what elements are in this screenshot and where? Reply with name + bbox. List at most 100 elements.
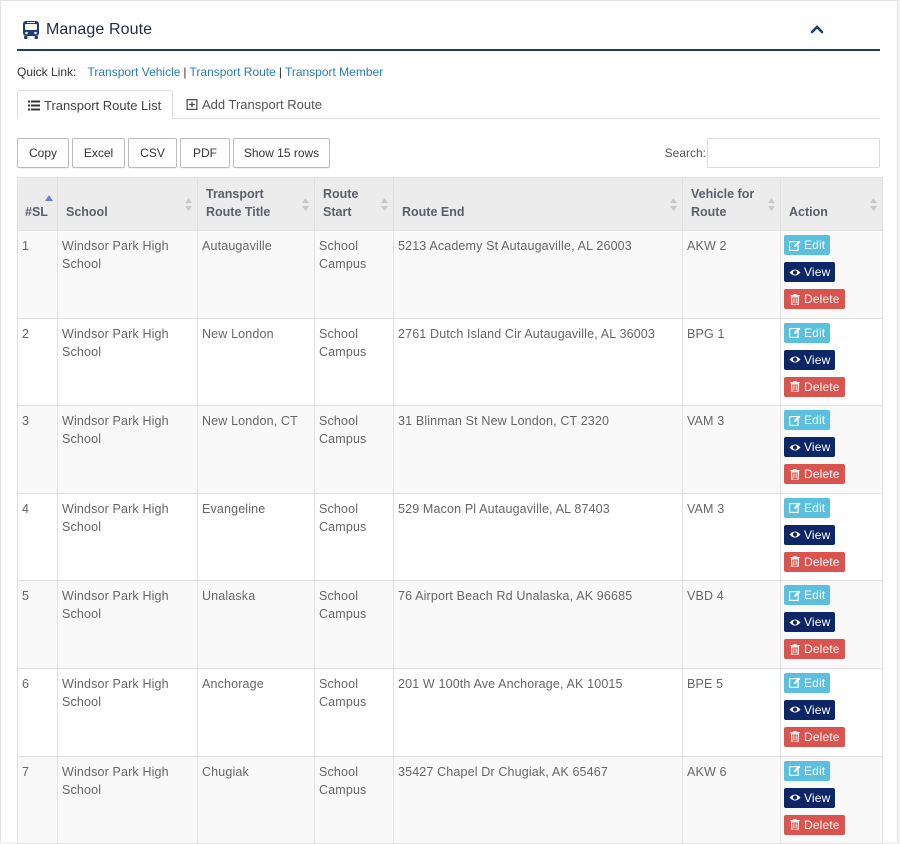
cell-route-title: Evangeline [197, 492, 315, 582]
cell-route-end: 201 W 100th Ave Anchorage, AK 10015 [393, 667, 683, 757]
view-button[interactable]: View [784, 262, 836, 282]
delete-label: Delete [804, 729, 840, 744]
eye-icon [789, 794, 801, 801]
edit-icon [789, 590, 801, 601]
edit-button[interactable]: Edit [784, 497, 831, 518]
tab-transport-route-list[interactable]: Transport Route List [17, 90, 173, 119]
quick-link-label: Quick Link: [17, 65, 77, 79]
edit-label: Edit [804, 500, 826, 515]
trash-icon [790, 731, 800, 743]
view-button[interactable]: View [784, 612, 836, 633]
edit-button[interactable]: Edit [784, 585, 831, 606]
cell-route-title: Unalaska [197, 580, 315, 669]
column-header-route-start[interactable]: Route Start [314, 177, 394, 231]
cell-route-end: 529 Macon Pl Autaugaville, AL 87403 [393, 492, 683, 582]
tab-add-transport-route[interactable]: Add Transport Route [176, 90, 331, 119]
quick-links: Quick Link: Transport Vehicle | Transport … [17, 65, 880, 79]
view-button[interactable]: View [784, 787, 836, 808]
view-button[interactable]: View [784, 349, 836, 370]
sort-ascending-icon [45, 195, 53, 201]
csv-button[interactable]: CSV [128, 138, 177, 168]
cell-school: Windsor Park High School [57, 755, 198, 844]
show-rows-button[interactable]: Show 15 rows [233, 138, 330, 168]
cell-sl: 4 [17, 492, 58, 582]
manage-route-panel: Manage Route Quick Link: Transport Vehic… [0, 0, 898, 844]
cell-route-start: School Campus [314, 492, 394, 582]
edit-label: Edit [804, 675, 826, 690]
eye-icon [789, 269, 801, 275]
cell-school: Windsor Park High School [57, 230, 198, 319]
table-toolbar: Copy Excel CSV PDF Show 15 rows Search: [17, 138, 880, 168]
edit-button[interactable]: Edit [784, 322, 831, 343]
edit-button[interactable]: Edit [784, 235, 831, 255]
view-label: View [804, 702, 831, 717]
view-label: View [804, 440, 831, 455]
page-title: Manage Route [46, 21, 153, 38]
excel-button[interactable]: Excel [72, 138, 125, 168]
delete-button[interactable]: Delete [784, 464, 845, 485]
cell-sl: 6 [17, 667, 58, 757]
cell-vehicle: BPE 5 [682, 667, 781, 757]
delete-button[interactable]: Delete [784, 376, 845, 397]
delete-button[interactable]: Delete [784, 726, 845, 747]
sort-icon [302, 198, 309, 211]
cell-vehicle: AKW 2 [682, 230, 781, 319]
column-header-sl[interactable]: #SL [17, 177, 58, 231]
edit-icon [789, 678, 801, 689]
trash-icon [790, 468, 800, 480]
cell-route-title: New London [197, 317, 315, 407]
delete-button[interactable]: Delete [784, 814, 845, 835]
quick-link-transport-route[interactable]: Transport Route [190, 65, 276, 79]
cell-action: Edit View Delete [780, 667, 883, 757]
sort-icon [670, 198, 677, 211]
sort-icon [185, 198, 192, 211]
table-row: 6 Windsor Park High School Anchorage School… [17, 667, 883, 757]
view-button[interactable]: View [784, 524, 836, 545]
column-header-school[interactable]: School [57, 177, 198, 231]
column-header-vehicle[interactable]: Vehicle for Route [682, 177, 781, 231]
view-button[interactable]: View [784, 699, 836, 720]
cell-vehicle: AKW 6 [682, 755, 781, 844]
column-header-route-end[interactable]: Route End [393, 177, 683, 231]
trash-icon [790, 643, 800, 655]
cell-route-start: School Campus [314, 405, 394, 494]
quick-link-transport-vehicle[interactable]: Transport Vehicle [87, 65, 180, 79]
cell-route-start: School Campus [314, 580, 394, 669]
delete-label: Delete [804, 292, 840, 306]
view-label: View [804, 615, 831, 630]
edit-button[interactable]: Edit [784, 410, 831, 431]
cell-route-title: Autaugaville [197, 230, 315, 319]
trash-icon [790, 293, 800, 305]
pdf-button[interactable]: PDF [180, 138, 230, 168]
view-button[interactable]: View [784, 437, 836, 458]
cell-sl: 7 [17, 755, 58, 844]
bus-icon [23, 21, 39, 39]
column-header-route-title[interactable]: Transport Route Title [197, 177, 315, 231]
delete-label: Delete [804, 467, 840, 482]
cell-action: Edit View Delete [780, 492, 883, 582]
cell-action: Edit View Delete [780, 580, 883, 669]
view-label: View [804, 790, 831, 805]
edit-icon [789, 502, 801, 514]
cell-sl: 2 [17, 317, 58, 407]
tab-label: Add Transport Route [202, 97, 322, 112]
copy-button[interactable]: Copy [17, 138, 69, 168]
edit-button[interactable]: Edit [784, 672, 831, 693]
cell-sl: 3 [17, 405, 58, 494]
column-label: Transport Route Title [206, 187, 271, 219]
chevron-up-icon[interactable] [810, 24, 824, 34]
search-input[interactable] [707, 138, 880, 168]
quick-link-transport-member[interactable]: Transport Member [285, 65, 383, 79]
delete-button[interactable]: Delete [784, 289, 845, 309]
cell-route-start: School Campus [314, 667, 394, 757]
delete-button[interactable]: Delete [784, 551, 845, 572]
cell-route-start: School Campus [314, 317, 394, 407]
table-row: 3 Windsor Park High School New London, CT S… [17, 405, 883, 494]
edit-button[interactable]: Edit [784, 760, 831, 781]
table-row: 1 Windsor Park High School Autaugaville Sch… [17, 230, 883, 319]
column-header-action[interactable]: Action [780, 177, 883, 231]
cell-route-end: 35427 Chapel Dr Chugiak, AK 65467 [393, 755, 683, 844]
cell-school: Windsor Park High School [57, 492, 198, 582]
delete-button[interactable]: Delete [784, 639, 845, 660]
search-group: Search: [665, 138, 880, 168]
